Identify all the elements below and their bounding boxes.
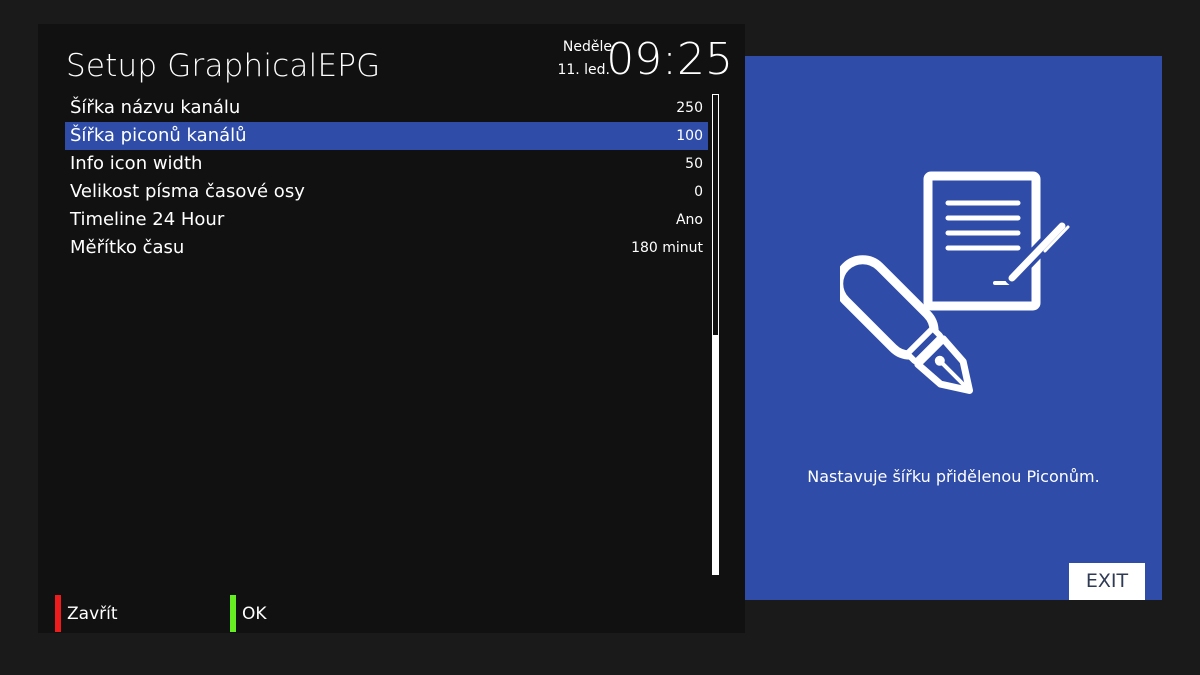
document-pen-icon [834,166,1080,410]
setting-row-picon-width[interactable]: Šířka piconů kanálů 100 [65,122,708,150]
setting-label: Timeline 24 Hour [70,209,225,230]
setting-value: 250 [676,100,703,116]
setting-value: 50 [685,156,703,172]
setting-row-channel-name-width[interactable]: Šířka názvu kanálu 250 [65,94,708,122]
setting-value: 100 [676,128,703,144]
close-button[interactable]: Zavřít [55,595,118,632]
help-description: Nastavuje šířku přidělenou Piconům. [807,467,1100,486]
setting-label: Měřítko času [70,237,185,258]
close-label: Zavřít [67,603,118,624]
setting-label: Šířka názvu kanálu [70,97,241,118]
ok-label: OK [242,603,267,624]
page-title: Setup GraphicalEPG [66,48,381,84]
setting-row-time-scale[interactable]: Měřítko času 180 minut [65,234,708,262]
setting-value: Ano [675,212,703,228]
green-key-indicator [230,595,236,632]
setting-row-info-icon-width[interactable]: Info icon width 50 [65,150,708,178]
day-name: Neděle [562,39,612,55]
date-label: 11. led. [557,62,610,78]
setting-label: Info icon width [70,153,203,174]
clock: 09:25 [606,34,733,85]
red-key-indicator [55,595,61,632]
setting-value: 0 [694,184,703,200]
scrollbar[interactable] [712,94,719,575]
setting-row-timeline-font-size[interactable]: Velikost písma časové osy 0 [65,178,708,206]
exit-button[interactable]: EXIT [1069,563,1145,600]
setting-row-timeline-24-hour[interactable]: Timeline 24 Hour Ano [65,206,708,234]
setting-label: Velikost písma časové osy [70,181,305,202]
ok-button[interactable]: OK [230,595,267,632]
help-panel: Nastavuje šířku přidělenou Piconům. EXIT [745,56,1162,600]
settings-panel: Setup GraphicalEPG Neděle 11. led. 09:25… [38,24,745,633]
scrollbar-thumb[interactable] [713,334,718,574]
settings-list: Šířka názvu kanálu 250 Šířka piconů kaná… [65,94,708,262]
setting-value: 180 minut [631,240,703,256]
setting-label: Šířka piconů kanálů [70,125,247,146]
